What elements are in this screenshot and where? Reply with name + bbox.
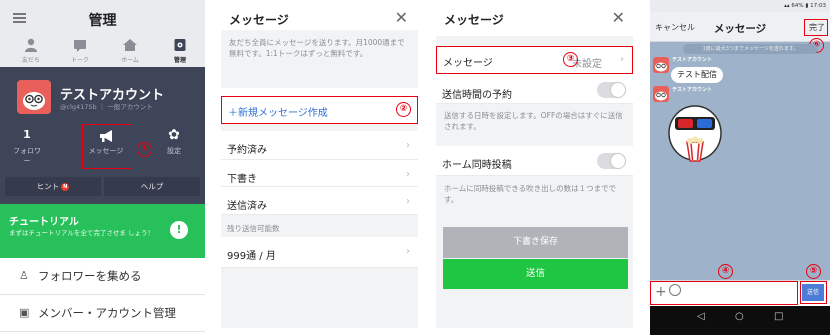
member-icon: ▣: [19, 306, 30, 319]
chat-send-button[interactable]: 送信: [802, 284, 824, 301]
message-bubble[interactable]: テスト配信: [671, 67, 723, 83]
schedule-description: 送信する日時を設定します。OFFの場合はすぐに送信されます。: [444, 111, 623, 131]
sender-avatar: [653, 57, 669, 73]
annotation-1: ①: [137, 142, 152, 157]
nav-home[interactable]: ホーム: [110, 37, 150, 64]
followers-stat[interactable]: 1 フォロワー: [13, 128, 41, 166]
home-circle-icon[interactable]: ○: [735, 311, 744, 322]
sent-label: 送信済み: [227, 201, 267, 212]
separator: [221, 124, 418, 131]
emoji-icon[interactable]: [669, 284, 681, 296]
close-icon[interactable]: ✕: [612, 8, 625, 27]
back-icon[interactable]: ◁: [697, 311, 705, 322]
nav-friends-label: 友だち: [21, 57, 40, 64]
new-message-button[interactable]: ＋新規メッセージ作成: [221, 96, 418, 124]
admin-title: 管理: [88, 13, 117, 29]
nav-manage-label: 管理: [173, 57, 186, 64]
separator: [436, 36, 633, 46]
person-icon: [25, 38, 37, 52]
chat-icon: [74, 40, 86, 52]
mascot-face-icon: [655, 62, 667, 72]
account-avatar[interactable]: [17, 80, 51, 114]
message-menu-description: 友だち全員にメッセージを送ります。月1000通まで無料です。1:1トークはずっと…: [229, 38, 405, 58]
exclamation-icon: !: [170, 221, 188, 239]
remaining-value: 999通 / 月: [227, 251, 276, 262]
compose-title: メッセージ: [444, 13, 504, 27]
sender-name: テストアカウント: [672, 57, 713, 63]
chevron-right-icon: ›: [406, 169, 410, 180]
remaining-row[interactable]: 999通 / 月 ›: [221, 237, 418, 268]
nav-friends[interactable]: 友だち: [11, 37, 51, 64]
schedule-label: 送信時間の予約: [442, 90, 512, 101]
sender-name: テストアカウント: [672, 87, 713, 93]
remaining-label: 残り送信可能数: [227, 224, 280, 233]
annotation-4: ④: [718, 264, 733, 279]
status-bar: ▴▴ 64% ▮ 17:03: [650, 0, 830, 12]
account-type: 一般アカウント: [107, 103, 153, 111]
hint-button[interactable]: ヒント N: [5, 177, 101, 196]
new-badge: N: [61, 183, 70, 191]
schedule-toggle[interactable]: [597, 82, 626, 98]
scheduled-row[interactable]: 予約済み ›: [221, 131, 418, 160]
mascot-face-icon: [23, 92, 45, 110]
close-icon[interactable]: ✕: [395, 8, 408, 27]
message-menu-title: メッセージ: [229, 13, 289, 27]
chevron-right-icon: ›: [406, 140, 410, 151]
message-highlight: [82, 124, 132, 169]
nav-home-label: ホーム: [121, 57, 139, 64]
tutorial-text: まずはチュートリアルを全て完了させま しょう！: [9, 229, 155, 237]
chevron-right-icon: ›: [620, 54, 624, 65]
bottom-area: [221, 268, 418, 328]
drafts-row[interactable]: 下書き ›: [221, 160, 418, 187]
sticker-3d-glasses-popcorn-icon[interactable]: [665, 95, 725, 165]
home-icon: [123, 39, 137, 51]
tutorial-title: チュートリアル: [9, 217, 79, 228]
settings-label: 設定: [167, 147, 181, 155]
gear-icon: ✿: [168, 127, 180, 143]
menu-member-management-label: メンバー・アカウント管理: [38, 306, 176, 320]
manage-icon: [174, 39, 186, 51]
menu-collect-followers-label: フォロワーを集める: [38, 269, 142, 283]
new-message-label: ＋新規メッセージ作成: [228, 108, 328, 119]
annotation-5: ⑤: [806, 264, 821, 279]
annotation-3: ③: [563, 52, 578, 67]
followers-label: フォロワー: [13, 147, 41, 165]
message-menu-screen: メッセージ ✕ 友だち全員にメッセージを送ります。月1000通まで無料です。1:…: [221, 0, 418, 328]
battery-level: 64%: [791, 3, 804, 9]
limit-note: 1度に最大3つまでメッセージを送れます。: [683, 44, 818, 54]
message-setting-row[interactable]: メッセージ 未設定 ›: [436, 46, 633, 74]
save-draft-button[interactable]: 下書き保存: [443, 227, 628, 258]
drafts-label: 下書き: [227, 174, 257, 185]
sent-row[interactable]: 送信済み ›: [221, 187, 418, 215]
chevron-right-icon: ›: [406, 196, 410, 207]
add-follower-icon: ♙: [19, 269, 29, 282]
home-post-description: ホームに同時投稿できる吹き出しの数は１つまでです。: [444, 184, 617, 204]
annotation-2: ②: [396, 102, 411, 117]
nav-talk[interactable]: トーク: [60, 37, 100, 64]
clock: 17:03: [810, 3, 826, 9]
account-id: @clg4175b: [60, 103, 97, 111]
recents-icon[interactable]: □: [774, 311, 783, 322]
nav-manage[interactable]: 管理: [160, 37, 200, 64]
menu-collect-followers[interactable]: ♙ フォロワーを集める: [0, 258, 205, 295]
home-post-label: ホーム同時投稿: [442, 160, 512, 171]
home-post-toggle[interactable]: [597, 153, 626, 169]
done-highlight: [804, 19, 828, 36]
send-button[interactable]: 送信: [443, 259, 628, 289]
help-button[interactable]: ヘルプ: [104, 177, 200, 196]
menu-member-management[interactable]: ▣ メンバー・アカウント管理: [0, 295, 205, 332]
hint-label: ヒント: [36, 182, 60, 191]
followers-count: 1: [23, 128, 31, 141]
scheduled-label: 予約済み: [227, 145, 267, 156]
chat-title: メッセージ: [713, 23, 767, 35]
plus-icon[interactable]: +: [655, 284, 667, 300]
account-meta: @clg4175b ｜ 一般アカウント: [60, 101, 153, 111]
chevron-right-icon: ›: [406, 246, 410, 257]
settings-button[interactable]: ✿ 設定: [160, 128, 188, 156]
admin-screen: 管理 友だち トーク ホーム 管理 テストアカウント @clg4175b ｜ 一…: [0, 0, 205, 335]
nav-talk-label: トーク: [70, 57, 89, 64]
message-setting-label: メッセージ: [443, 58, 493, 69]
